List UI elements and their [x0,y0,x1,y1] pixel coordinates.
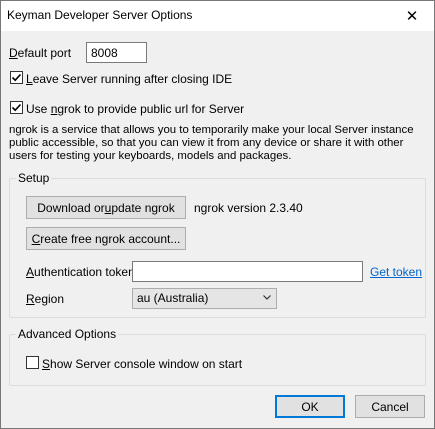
title-bar: Keyman Developer Server Options ✕ [1,1,434,31]
cancel-button[interactable]: Cancel [355,395,425,418]
description-line: users for testing your keyboards, models… [9,150,292,162]
auth-token-label: Authentication token [26,265,135,279]
download-ngrok-button[interactable]: Download or u pdate ngrok [26,196,186,219]
description-line: ngrok is a service that allows you to te… [9,124,414,136]
region-selected-value: au (Australia) [137,291,209,305]
ok-button[interactable]: OK [275,395,345,418]
default-port-input[interactable] [86,42,147,63]
description-line: public accessible, so that you can view … [9,137,404,149]
get-token-link[interactable]: Get token [370,265,422,279]
ngrok-description: ngrok is a service that allows you to te… [9,124,429,163]
close-button[interactable]: ✕ [390,1,434,30]
auth-token-input[interactable] [132,261,363,282]
use-ngrok-checkbox[interactable] [10,101,23,114]
checkmark-icon [11,103,22,112]
server-options-dialog: Keyman Developer Server Options ✕ Defaul… [0,0,435,429]
show-console-checkbox[interactable] [26,356,39,369]
region-label: Region [26,292,65,306]
use-ngrok-label[interactable]: Use ngrok to provide public url for Serv… [26,102,244,116]
region-select[interactable]: au (Australia) [132,288,277,309]
default-port-label: Default port [9,46,72,60]
create-ngrok-account-button[interactable]: Create free ngrok account... [26,227,186,250]
leave-server-running-label[interactable]: Leave Server running after closing IDE [26,72,232,86]
checkmark-icon [11,73,22,82]
show-console-label[interactable]: Show Server console window on start [42,357,242,371]
chevron-down-icon [263,295,271,300]
advanced-options-group-label: Advanced Options [16,327,119,341]
close-icon: ✕ [405,7,419,25]
leave-server-running-checkbox[interactable] [10,71,23,84]
ngrok-version-text: ngrok version 2.3.40 [194,201,303,215]
window-title: Keyman Developer Server Options [7,8,193,22]
setup-group-label: Setup [16,171,52,185]
